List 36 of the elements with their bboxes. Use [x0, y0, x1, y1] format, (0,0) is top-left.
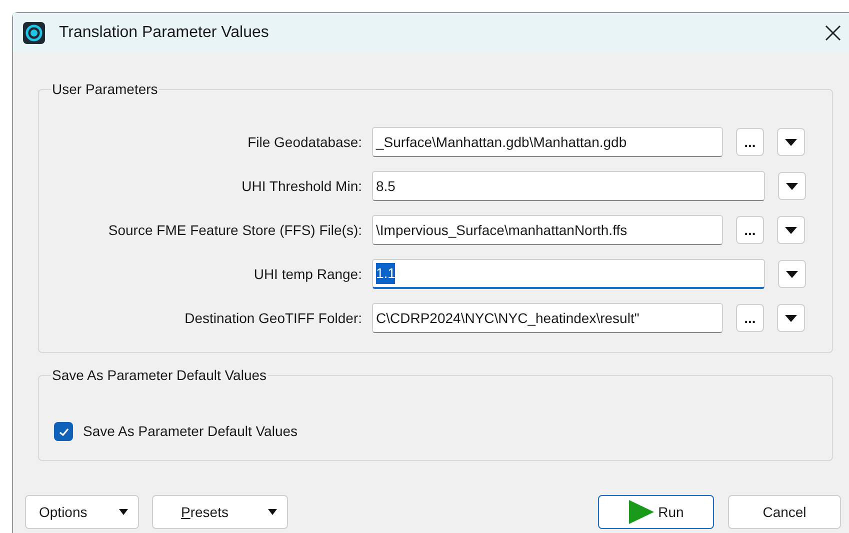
dropdown-button[interactable] [777, 128, 805, 156]
field-label: Source FME Feature Store (FFS) File(s): [107, 220, 363, 240]
cancel-button[interactable]: Cancel [728, 495, 841, 529]
browse-button[interactable]: ... [736, 128, 764, 156]
play-icon [628, 500, 654, 524]
input-field[interactable]: 8.5 [372, 171, 765, 201]
field-label: File Geodatabase: [246, 132, 363, 152]
app-icon [23, 22, 45, 44]
close-icon[interactable] [825, 25, 841, 41]
dropdown-button[interactable] [778, 260, 806, 288]
browse-button[interactable]: ... [736, 304, 764, 332]
dropdown-button[interactable] [777, 304, 805, 332]
dropdown-menu-button[interactable]: Options [25, 495, 139, 529]
dropdown-menu-button[interactable]: Presets [152, 495, 288, 529]
browse-button[interactable]: ... [736, 216, 764, 244]
caret-icon [785, 226, 797, 234]
window-title: Translation Parameter Values [59, 23, 269, 43]
checkbox[interactable] [54, 422, 73, 441]
dropdown-button[interactable] [778, 172, 806, 200]
input-field[interactable]: C\CDRP2024\NYC\NYC_heatindex\result" [372, 303, 723, 333]
dropdown-button[interactable] [777, 216, 805, 244]
input-field[interactable]: _Surface\Manhattan.gdb\Manhattan.gdb [372, 127, 723, 157]
input-field[interactable]: \Impervious_Surface\manhattanNorth.ffs [372, 215, 723, 245]
caret-icon [119, 509, 128, 515]
caret-icon [786, 270, 798, 278]
caret-icon [786, 182, 798, 190]
input-field[interactable]: 1.1 [372, 259, 765, 289]
caret-icon [268, 509, 277, 515]
caret-icon [785, 314, 797, 322]
checkmark-icon [58, 426, 70, 438]
checkbox-label: Save As Parameter Default Values [83, 422, 298, 441]
field-label: Destination GeoTIFF Folder: [184, 308, 363, 328]
run-button[interactable]: Run [598, 495, 714, 529]
field-label: UHI temp Range: [252, 264, 363, 284]
field-label: UHI Threshold Min: [240, 176, 363, 196]
caret-icon [785, 138, 797, 146]
